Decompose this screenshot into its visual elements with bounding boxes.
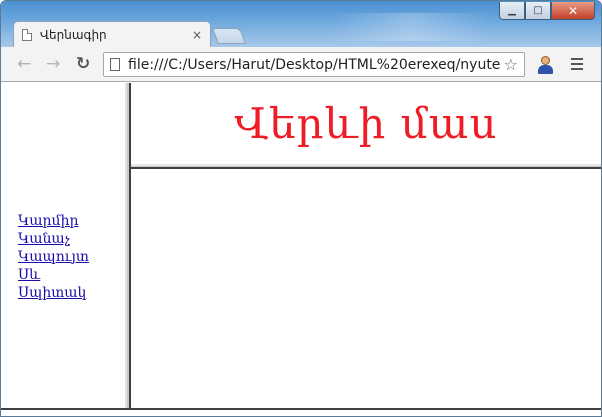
top-frame: Վերևի մաս [131,83,601,164]
document-icon [22,28,32,41]
bottom-frame [131,169,601,409]
list-item: Սպիտակ [18,283,89,301]
back-arrow-icon[interactable]: ← [17,55,31,73]
new-tab-button[interactable] [212,28,246,44]
bookmark-star-icon[interactable]: ☆ [504,55,518,74]
list-item: Կարմիր [18,211,89,229]
hamburger-menu-icon[interactable] [571,58,583,70]
link-green[interactable]: Կանաչ [18,231,70,247]
window-controls: ▁ □ ✕ [499,2,595,20]
maximize-button[interactable]: □ [525,2,551,20]
tab-active[interactable]: Վերնագիր × [13,21,211,47]
tab-title: Վերնագիր [40,27,107,42]
link-blue[interactable]: Կապույտ [18,249,89,265]
browser-toolbar: ← → ↻ file:///C:/Users/Harut/Desktop/HTM… [1,47,601,82]
link-black[interactable]: Սև [18,267,40,283]
list-item: Կապույտ [18,247,89,265]
reload-icon[interactable]: ↻ [76,55,90,73]
list-item: Կանաչ [18,229,89,247]
list-item: Սև [18,265,89,283]
user-profile-icon[interactable] [537,56,553,74]
left-frame: Կարմիր Կանաչ Կապույտ Սև Սպիտակ [1,83,125,408]
address-bar[interactable]: file:///C:/Users/Harut/Desktop/HTML%20er… [103,52,525,77]
close-button[interactable]: ✕ [551,2,595,20]
tab-close-icon[interactable]: × [192,28,202,42]
minimize-button[interactable]: ▁ [499,2,525,20]
title-bar: ▁ □ ✕ Վերնագիր × [1,1,601,47]
color-link-list: Կարմիր Կանաչ Կապույտ Սև Սպիտակ [18,211,89,301]
frame-bottom-border [1,408,601,410]
link-red[interactable]: Կարմիր [18,213,78,229]
top-heading: Վերևի մաս [234,99,498,148]
browser-window: ▁ □ ✕ Վերնագիր × ← → ↻ file:///C:/Users/… [0,0,602,417]
link-white[interactable]: Սպիտակ [18,285,86,301]
page-viewport: Կարմիր Կանաչ Կապույտ Սև Սպիտակ Վերևի մաս [1,83,601,416]
forward-arrow-icon[interactable]: → [46,55,60,73]
page-icon [110,58,120,71]
url-text[interactable]: file:///C:/Users/Harut/Desktop/HTML%20er… [128,57,500,73]
